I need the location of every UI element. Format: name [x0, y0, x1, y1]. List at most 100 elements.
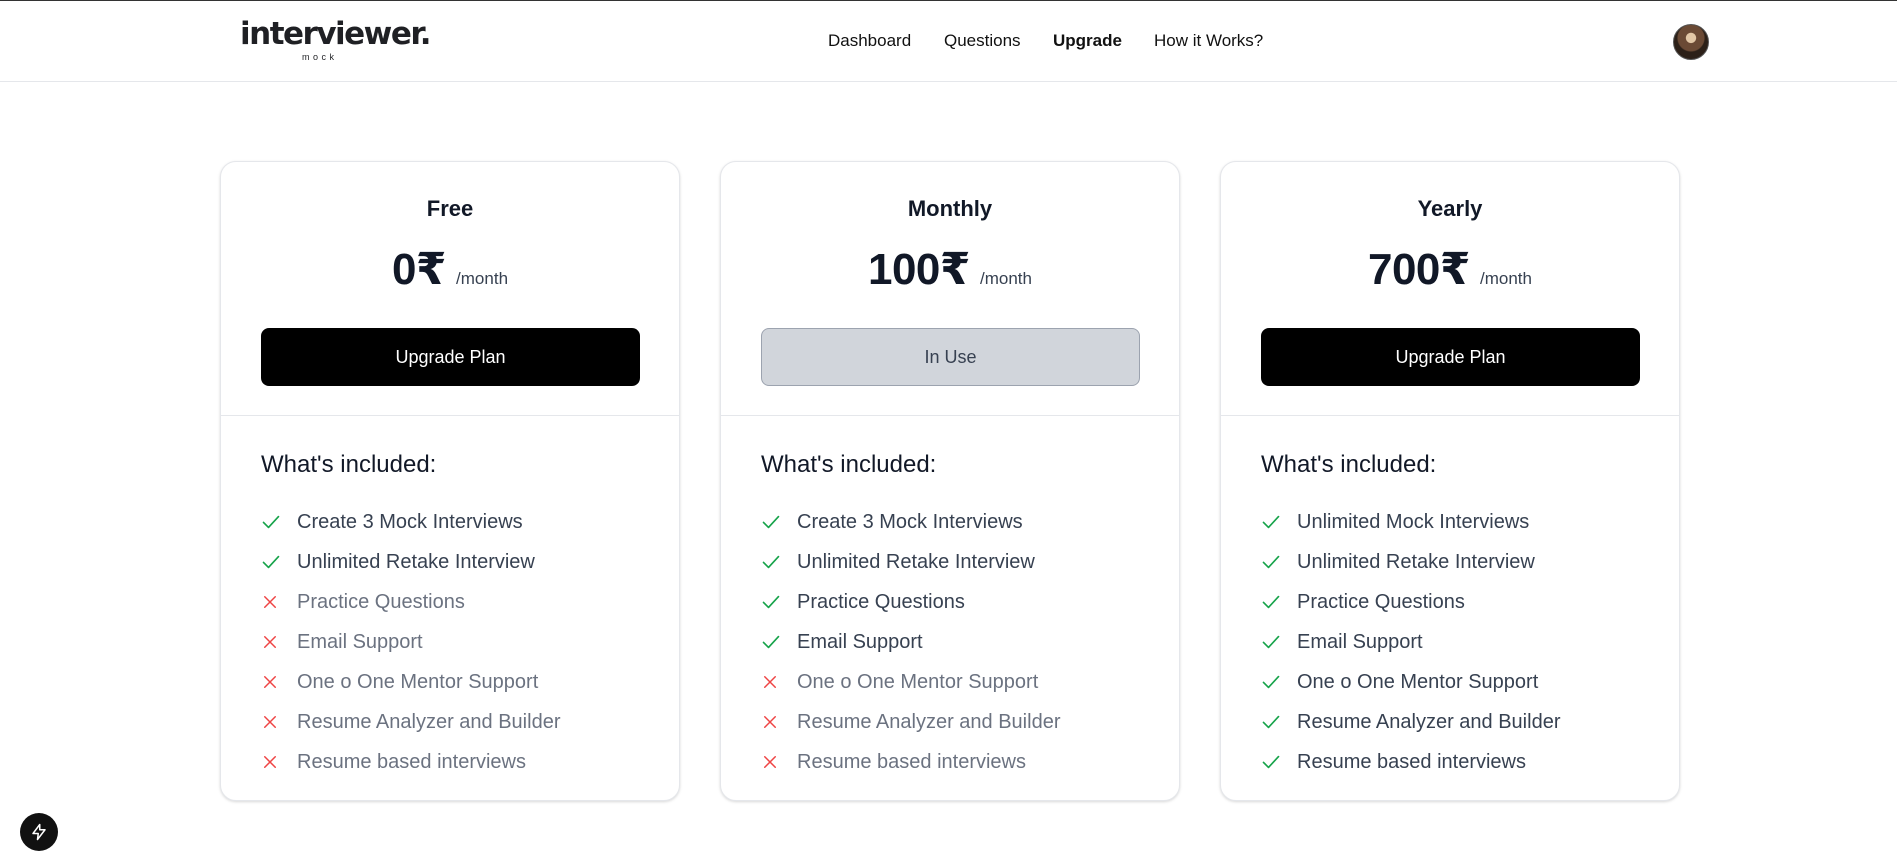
lightning-bolt-icon — [32, 823, 46, 841]
plan-card-free: Free 0₹ /month Upgrade Plan What's includ… — [220, 161, 680, 801]
cross-icon — [261, 673, 297, 691]
feature-item: Email Support — [1261, 622, 1560, 662]
feature-label: Resume Analyzer and Builder — [297, 710, 561, 733]
check-icon — [261, 512, 297, 532]
feature-item: Unlimited Retake Interview — [1261, 542, 1560, 582]
feature-label: Resume based interviews — [1297, 750, 1526, 773]
price-row: 700₹ /month — [1221, 244, 1679, 295]
feature-label: Resume based interviews — [297, 750, 526, 773]
feature-label: Unlimited Retake Interview — [797, 550, 1035, 573]
check-icon — [761, 552, 797, 572]
check-icon — [761, 632, 797, 652]
plan-name: Yearly — [1417, 196, 1483, 221]
feature-label: Unlimited Mock Interviews — [1297, 510, 1530, 533]
logo-text: interviewer. — [240, 16, 432, 52]
user-avatar[interactable] — [1673, 24, 1709, 60]
feature-label: Create 3 Mock Interviews — [797, 510, 1023, 533]
feature-item: Resume Analyzer and Builder — [1261, 702, 1560, 742]
check-icon — [261, 552, 297, 572]
check-icon — [1261, 552, 1297, 572]
check-icon — [761, 592, 797, 612]
price-period: /month — [980, 269, 1032, 288]
feature-item: One o One Mentor Support — [761, 662, 1060, 702]
feature-label: Email Support — [297, 630, 423, 653]
feature-item: One o One Mentor Support — [1261, 662, 1560, 702]
check-icon — [1261, 512, 1297, 532]
logo-subtext: mock — [302, 52, 338, 62]
check-icon — [1261, 592, 1297, 612]
feature-label: One o One Mentor Support — [297, 670, 539, 693]
check-icon — [1261, 712, 1297, 732]
price-row: 100₹ /month — [721, 244, 1179, 295]
feature-item: Resume based interviews — [1261, 742, 1560, 782]
included-heading: What's included: — [1261, 451, 1437, 478]
feature-label: Unlimited Retake Interview — [1297, 550, 1535, 573]
plan-name: Free — [426, 196, 474, 221]
card-divider — [1221, 415, 1679, 416]
in-use-button[interactable]: In Use — [761, 328, 1140, 386]
cross-icon — [761, 713, 797, 731]
feature-label: Resume Analyzer and Builder — [1297, 710, 1561, 733]
feature-item: Unlimited Retake Interview — [761, 542, 1060, 582]
feature-item: Email Support — [761, 622, 1060, 662]
nav-dashboard[interactable]: Dashboard — [828, 31, 911, 51]
included-heading: What's included: — [761, 451, 937, 478]
plan-price: 700₹ — [1367, 245, 1471, 294]
price-period: /month — [1480, 269, 1532, 288]
feature-item: Resume Analyzer and Builder — [761, 702, 1060, 742]
check-icon — [761, 512, 797, 532]
check-icon — [1261, 752, 1297, 772]
feature-label: One o One Mentor Support — [797, 670, 1039, 693]
feature-item: Resume based interviews — [761, 742, 1060, 782]
feature-item: Create 3 Mock Interviews — [261, 502, 560, 542]
cross-icon — [761, 753, 797, 771]
feature-label: Resume Analyzer and Builder — [797, 710, 1061, 733]
cross-icon — [261, 753, 297, 771]
logo[interactable]: interviewer. mock — [240, 16, 432, 67]
feature-item: Create 3 Mock Interviews — [761, 502, 1060, 542]
feature-label: Email Support — [1297, 630, 1423, 653]
feature-label: Unlimited Retake Interview — [297, 550, 535, 573]
feature-item: Practice Questions — [1261, 582, 1560, 622]
feature-list: Unlimited Mock Interviews Unlimited Retak… — [1261, 502, 1560, 782]
nav-questions[interactable]: Questions — [944, 31, 1021, 51]
plan-price: 100₹ — [867, 245, 971, 294]
feature-item: Resume based interviews — [261, 742, 560, 782]
feature-item: One o One Mentor Support — [261, 662, 560, 702]
feature-label: Resume based interviews — [797, 750, 1026, 773]
price-period: /month — [456, 269, 509, 288]
nav-upgrade[interactable]: Upgrade — [1053, 31, 1122, 51]
price-row: 0₹ /month — [221, 244, 679, 295]
cross-icon — [261, 633, 297, 651]
cross-icon — [261, 593, 297, 611]
included-heading: What's included: — [261, 451, 437, 478]
feature-label: One o One Mentor Support — [1297, 670, 1539, 693]
nav-how-it-works[interactable]: How it Works? — [1154, 31, 1263, 51]
feature-label: Practice Questions — [297, 590, 465, 613]
upgrade-plan-button[interactable]: Upgrade Plan — [261, 328, 640, 386]
feature-label: Email Support — [797, 630, 923, 653]
check-icon — [1261, 672, 1297, 692]
feature-item: Practice Questions — [261, 582, 560, 622]
cross-icon — [261, 713, 297, 731]
upgrade-plan-button[interactable]: Upgrade Plan — [1261, 328, 1640, 386]
top-navbar: interviewer. mock Dashboard Questions Up… — [0, 0, 1897, 82]
feature-label: Create 3 Mock Interviews — [297, 510, 523, 533]
plan-price: 0₹ — [391, 245, 447, 294]
lightning-bolt-button[interactable] — [20, 813, 58, 851]
card-divider — [221, 415, 679, 416]
feature-list: Create 3 Mock Interviews Unlimited Retake… — [261, 502, 560, 782]
plan-card-yearly: Yearly 700₹ /month Upgrade Plan What's in… — [1220, 161, 1680, 801]
feature-label: Practice Questions — [797, 590, 965, 613]
cross-icon — [761, 673, 797, 691]
feature-item: Unlimited Mock Interviews — [1261, 502, 1560, 542]
plan-name: Monthly — [907, 196, 993, 221]
feature-label: Practice Questions — [1297, 590, 1465, 613]
feature-item: Resume Analyzer and Builder — [261, 702, 560, 742]
check-icon — [1261, 632, 1297, 652]
feature-list: Create 3 Mock Interviews Unlimited Retake… — [761, 502, 1060, 782]
feature-item: Practice Questions — [761, 582, 1060, 622]
card-divider — [721, 415, 1179, 416]
plan-card-monthly: Monthly 100₹ /month In Use What's include… — [720, 161, 1180, 801]
feature-item: Unlimited Retake Interview — [261, 542, 560, 582]
